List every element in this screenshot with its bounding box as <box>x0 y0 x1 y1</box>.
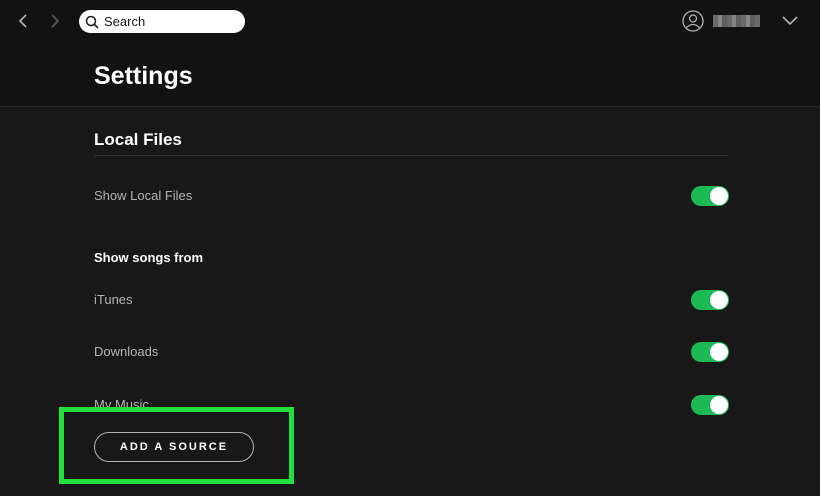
page-title: Settings <box>94 62 193 90</box>
account-dropdown-button[interactable] <box>781 14 799 28</box>
search-icon <box>85 15 99 29</box>
source-label-itunes: iTunes <box>94 292 133 307</box>
toggle-knob <box>710 396 728 414</box>
search-input[interactable] <box>104 14 234 29</box>
section-divider <box>94 155 728 156</box>
back-button[interactable] <box>13 11 33 31</box>
toggle-knob <box>710 343 728 361</box>
source-label-my-music: My Music <box>94 397 149 412</box>
add-source-button[interactable]: ADD A SOURCE <box>94 432 254 462</box>
username-obscured <box>713 15 760 27</box>
toggle-knob <box>710 187 728 205</box>
source-toggle-itunes[interactable] <box>691 290 729 310</box>
chevron-right-icon <box>51 14 60 28</box>
show-local-files-toggle[interactable] <box>691 186 729 206</box>
source-toggle-my-music[interactable] <box>691 395 729 415</box>
toggle-knob <box>710 291 728 309</box>
show-local-files-label: Show Local Files <box>94 188 193 203</box>
show-songs-from-heading: Show songs from <box>94 250 204 265</box>
source-toggle-downloads[interactable] <box>691 342 729 362</box>
forward-button[interactable] <box>45 11 65 31</box>
chevron-down-icon <box>782 16 798 26</box>
user-menu[interactable] <box>682 10 760 32</box>
user-icon <box>682 10 704 32</box>
chevron-left-icon <box>18 14 27 28</box>
top-bar: Settings <box>0 0 820 107</box>
section-title-local-files: Local Files <box>94 130 182 149</box>
search-box[interactable] <box>79 10 245 33</box>
source-label-downloads: Downloads <box>94 344 159 359</box>
